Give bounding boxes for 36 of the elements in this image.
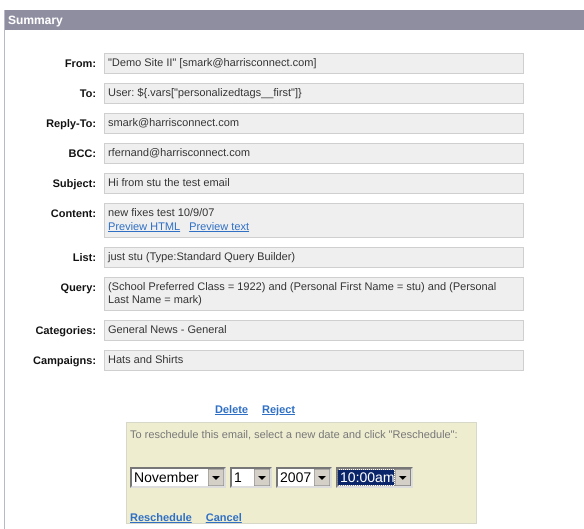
preview-link[interactable]: Preview HTML <box>108 221 180 234</box>
dropdown-arrow-icon[interactable] <box>395 469 411 486</box>
field-label: Content: <box>50 207 96 222</box>
preview-link[interactable]: Preview text <box>189 221 250 234</box>
field-label: Subject: <box>52 177 96 192</box>
field-value: rfernand@harrisconnect.com <box>108 147 252 160</box>
field-value: User: ${.vars["personalizedtags__first"]} <box>108 87 303 100</box>
dropdown-arrow-icon[interactable] <box>314 469 330 486</box>
field-value: Hi from stu the test email <box>108 177 231 190</box>
reschedule-link[interactable]: Reschedule <box>130 510 192 526</box>
dropdown[interactable]: 10:00am <box>336 467 413 488</box>
action-link[interactable]: Reject <box>262 402 296 418</box>
field-label: List: <box>72 251 96 266</box>
field-value: new fixes test 10/9/07 <box>108 207 216 220</box>
field-label: From: <box>64 57 96 72</box>
dropdown[interactable]: 1 <box>230 467 272 488</box>
instruction-text: To reschedule this email, select a new date and click "Reschedule": <box>130 428 459 442</box>
action-link[interactable]: Delete <box>214 402 248 418</box>
dropdown[interactable]: 2007 <box>276 467 332 488</box>
field-label: Reply-To: <box>45 117 96 132</box>
field-value: (School Preferred Class = 1922) and (Personal First Name = stu) and (Personal Last Name = mark) <box>108 281 498 307</box>
dropdown-arrow-icon[interactable] <box>254 469 270 486</box>
field-value: just stu (Type:Standard Query Builder) <box>108 251 296 264</box>
panel-header: Summary <box>5 10 584 30</box>
field-label: BCC: <box>68 147 96 162</box>
field-value: Hats and Shirts <box>108 354 184 367</box>
field-label: Query: <box>60 281 96 296</box>
field-value: General News - General <box>108 324 228 337</box>
dropdown-arrow-icon[interactable] <box>208 469 224 486</box>
dropdown[interactable]: November <box>130 467 226 488</box>
field-label: To: <box>78 87 96 102</box>
field-value: smark@harrisconnect.com <box>108 117 240 130</box>
reschedule-link[interactable]: Cancel <box>206 510 242 526</box>
field-value: "Demo Site II" [smark@harrisconnect.com] <box>108 57 318 70</box>
field-label: Campaigns: <box>32 354 96 369</box>
field-label: Categories: <box>34 324 96 339</box>
